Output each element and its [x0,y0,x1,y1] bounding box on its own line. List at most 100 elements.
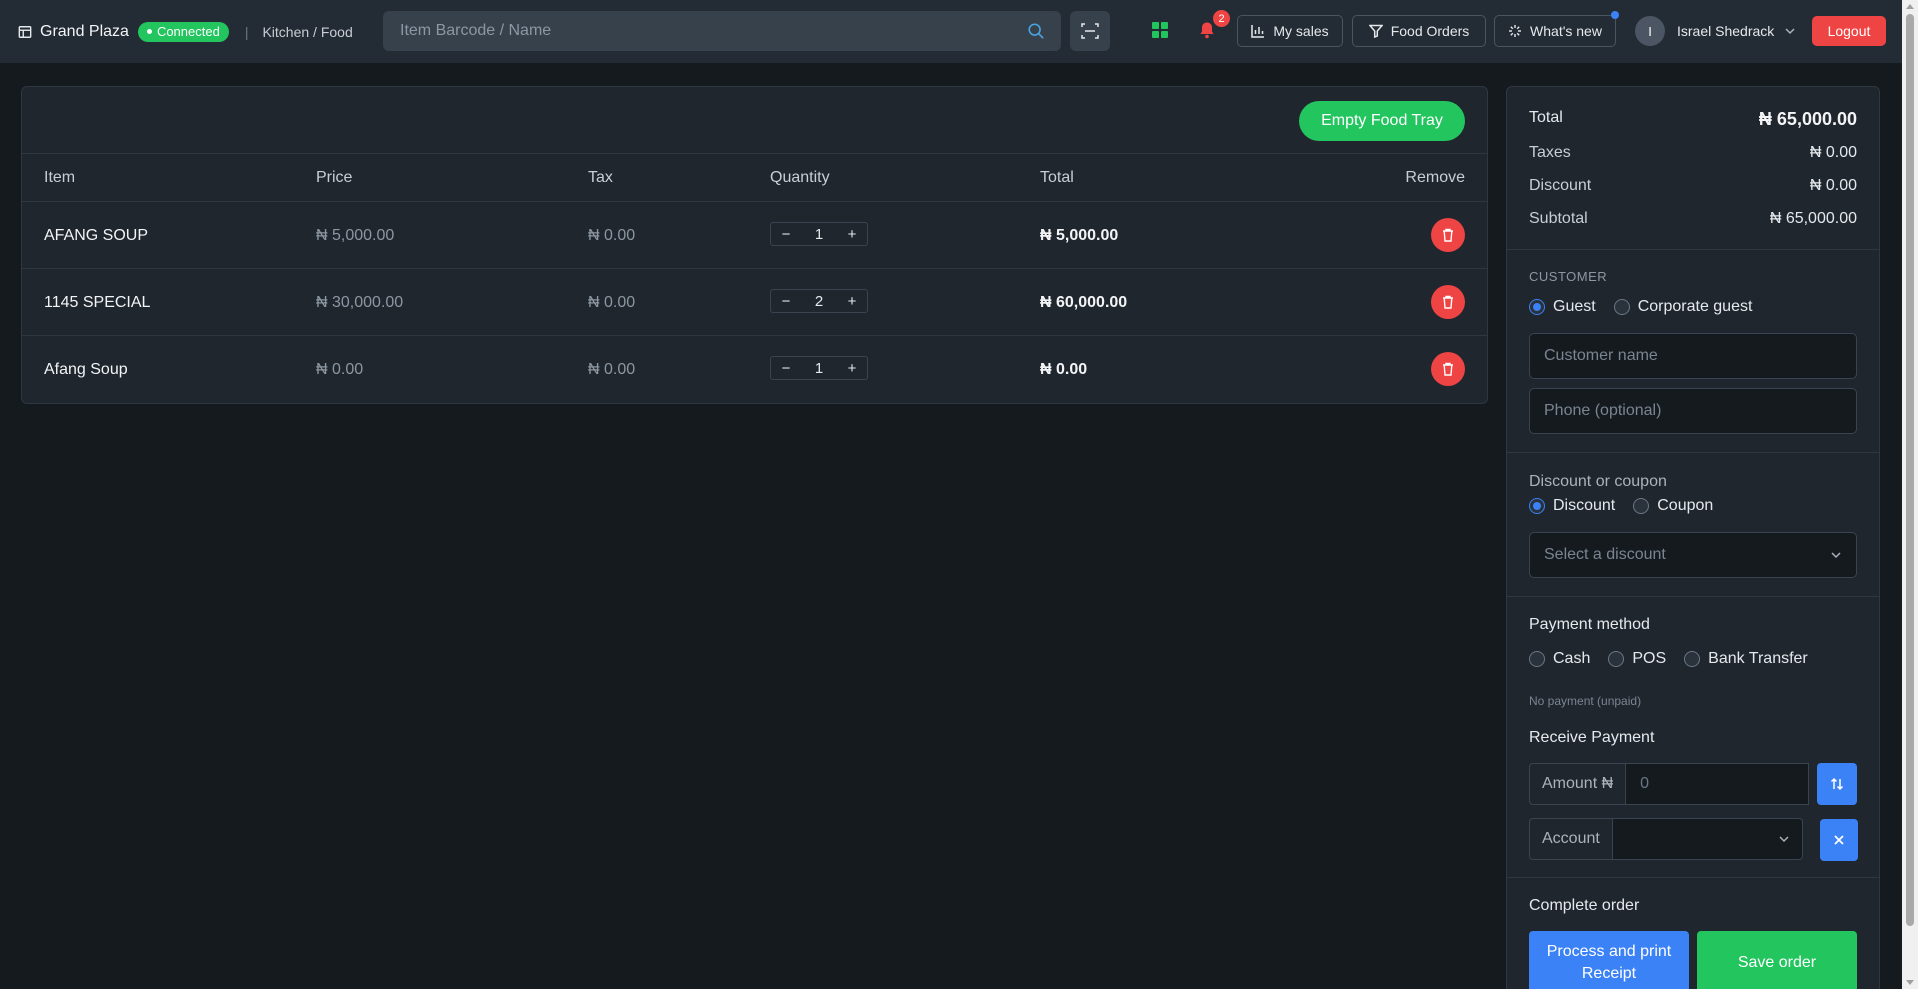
corporate-guest-label: Corporate guest [1637,298,1753,315]
notifications-count-badge: 2 [1213,10,1230,27]
save-order-button[interactable]: Save order [1697,931,1857,989]
quantity-value[interactable]: 1 [801,226,837,243]
increase-quantity-button[interactable]: + [837,293,867,310]
apps-grid-button[interactable] [1150,20,1170,40]
table-row: 1145 SPECIAL ₦ 30,000.00 ₦ 0.00 − 2 + ₦ … [22,269,1487,336]
discount-type-radios: Discount Coupon [1529,497,1731,515]
radio-unselected-icon [1684,651,1701,667]
column-header-item: Item [44,169,76,186]
scan-barcode-button[interactable] [1070,11,1110,51]
taxes-value: ₦ 0.00 [1809,144,1857,161]
item-price: ₦ 5,000.00 [316,227,395,244]
remove-item-button[interactable] [1431,285,1465,319]
my-sales-button[interactable]: My sales [1237,15,1343,47]
payment-method-title: Payment method [1529,616,1650,633]
discount-label: Discount [1529,177,1592,194]
remove-item-button[interactable] [1431,218,1465,252]
divider [1507,452,1879,453]
my-sales-label: My sales [1273,23,1329,39]
guest-radio[interactable]: Guest [1529,298,1596,316]
scrollbar-thumb[interactable] [1906,14,1914,926]
customer-name-input[interactable] [1529,333,1857,379]
column-header-total: Total [1040,169,1074,186]
discount-radio[interactable]: Discount [1529,497,1615,515]
item-total: ₦ 60,000.00 [1040,294,1128,311]
clear-account-button[interactable] [1820,819,1858,861]
column-header-remove: Remove [1405,169,1465,186]
divider [1507,249,1879,250]
grid-icon [1152,22,1168,38]
summary-taxes-row: Taxes ₦ 0.00 [1529,144,1857,162]
summary-discount-row: Discount ₦ 0.00 [1529,177,1857,195]
total-value: ₦ 65,000.00 [1758,109,1857,129]
food-tray-card: Empty Food Tray Item Price Tax Quantity … [21,86,1488,404]
amount-label: Amount ₦ [1529,763,1627,805]
process-print-receipt-button[interactable]: Process and print Receipt [1529,931,1689,989]
bell-icon [1200,22,1214,39]
avatar: I [1635,16,1665,46]
quantity-value[interactable]: 1 [801,360,837,377]
search-icon[interactable] [1027,22,1045,40]
item-name: Afang Soup [44,361,128,378]
decrease-quantity-button[interactable]: − [771,360,801,377]
order-summary-panel: Total ₦ 65,000.00 Taxes ₦ 0.00 Discount … [1506,86,1880,989]
pos-label: POS [1632,650,1667,667]
scan-icon [1081,23,1099,39]
payment-method-radios: Cash POS Bank Transfer [1529,650,1826,668]
discount-section-title: Discount or coupon [1529,473,1667,490]
radio-unselected-icon [1633,498,1650,514]
food-orders-button[interactable]: Food Orders [1352,15,1486,47]
whats-new-button[interactable]: What's new [1494,15,1616,47]
summary-total-row: Total ₦ 65,000.00 [1529,109,1857,130]
account-select[interactable] [1612,818,1803,860]
table-header: Item Price Tax Quantity Total Remove [22,153,1487,202]
item-price: ₦ 0.00 [316,361,364,378]
discount-select[interactable]: Select a discount [1529,532,1857,578]
quantity-value[interactable]: 2 [801,293,837,310]
radio-unselected-icon [1529,651,1545,667]
scroll-up-icon[interactable] [1906,4,1914,9]
bar-chart-icon [1251,25,1265,38]
increase-quantity-button[interactable]: + [837,226,867,243]
empty-food-tray-button[interactable]: Empty Food Tray [1299,101,1465,141]
chevron-down-icon [1831,552,1841,559]
scroll-down-icon[interactable] [1906,980,1914,985]
bank-transfer-radio[interactable]: Bank Transfer [1684,650,1808,668]
brand[interactable]: Grand Plaza [18,23,129,41]
search-input[interactable] [383,11,1027,51]
coupon-radio[interactable]: Coupon [1633,497,1713,515]
breadcrumb[interactable]: Kitchen / Food [262,24,352,40]
taxes-label: Taxes [1529,144,1571,161]
page-scrollbar[interactable] [1902,0,1918,989]
amount-input-group: Amount ₦ [1529,763,1810,805]
swap-amount-button[interactable] [1817,763,1857,805]
table-row: Afang Soup ₦ 0.00 ₦ 0.00 − 1 + ₦ 0.00 [22,336,1487,403]
bank-transfer-label: Bank Transfer [1708,650,1808,667]
complete-order-title: Complete order [1529,897,1640,914]
column-header-tax: Tax [588,169,613,186]
radio-unselected-icon [1608,651,1625,667]
search-bar [383,11,1061,51]
item-tax: ₦ 0.00 [588,294,636,311]
column-header-price: Price [316,169,353,186]
coupon-radio-label: Coupon [1657,497,1714,514]
status-dot-icon [146,29,152,34]
discount-value: ₦ 0.00 [1809,177,1857,194]
logout-button[interactable]: Logout [1812,16,1886,46]
decrease-quantity-button[interactable]: − [771,226,801,243]
item-total: ₦ 5,000.00 [1040,227,1119,244]
user-menu[interactable]: I Israel Shedrack [1635,16,1796,46]
item-tax: ₦ 0.00 [588,361,636,378]
remove-item-button[interactable] [1431,352,1465,386]
item-tax: ₦ 0.00 [588,227,636,244]
chevron-down-icon [1779,836,1789,843]
decrease-quantity-button[interactable]: − [771,293,801,310]
corporate-guest-radio[interactable]: Corporate guest [1613,298,1753,316]
increase-quantity-button[interactable]: + [837,360,867,377]
column-header-quantity: Quantity [770,169,830,186]
cash-radio[interactable]: Cash [1529,650,1590,668]
cash-label: Cash [1553,650,1591,667]
amount-input[interactable] [1626,763,1810,805]
pos-radio[interactable]: POS [1608,650,1666,668]
phone-input[interactable] [1529,388,1857,434]
